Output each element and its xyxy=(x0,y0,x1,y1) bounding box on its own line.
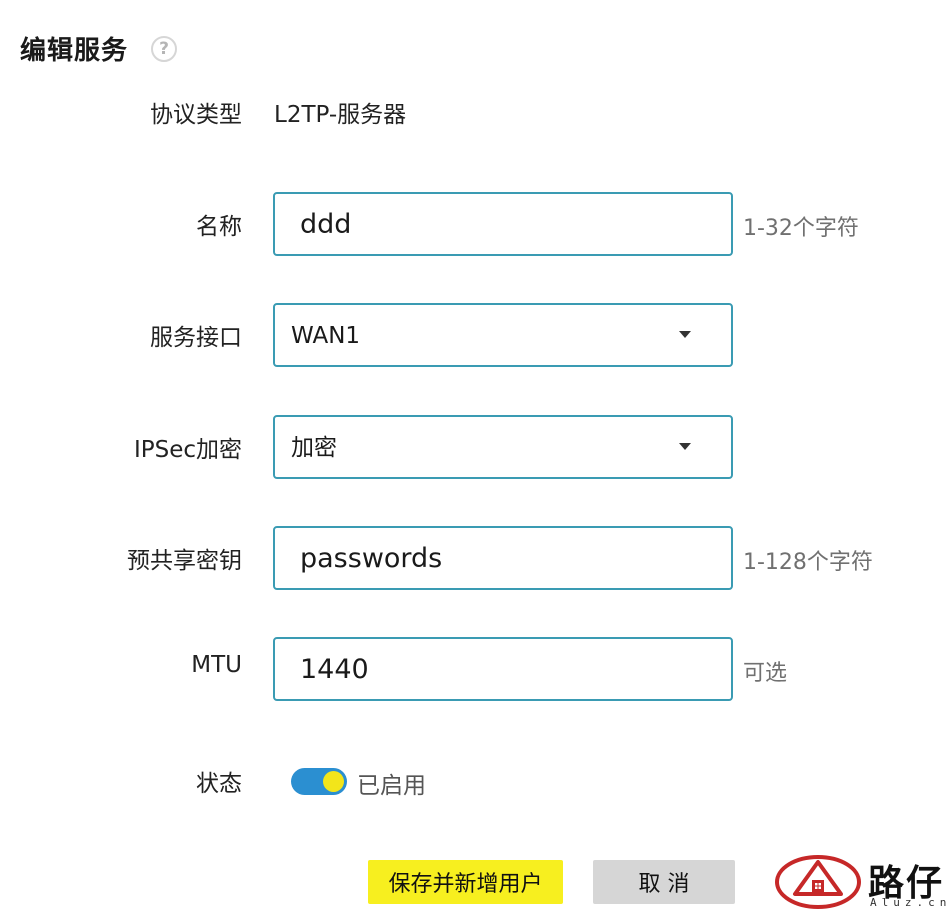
protocol-label: 协议类型 xyxy=(150,102,242,128)
interface-label: 服务接口 xyxy=(150,325,242,351)
save-and-add-user-button[interactable]: 保存并新增用户 xyxy=(368,860,563,904)
page-title: 编辑服务 xyxy=(20,36,129,66)
watermark-domain: Aluz.cn xyxy=(870,896,952,909)
name-input[interactable] xyxy=(275,194,731,254)
name-field xyxy=(273,192,733,256)
mtu-field xyxy=(273,637,733,701)
caret-down-icon xyxy=(679,331,691,338)
interface-select-value: WAN1 xyxy=(291,323,361,349)
psk-input[interactable] xyxy=(275,528,731,588)
psk-hint: 1-128个字符 xyxy=(743,550,873,575)
psk-field xyxy=(273,526,733,590)
protocol-value: L2TP-服务器 xyxy=(274,102,407,128)
caret-down-icon xyxy=(679,443,691,450)
status-toggle[interactable] xyxy=(291,768,347,795)
house-logo-icon xyxy=(775,855,861,909)
name-label: 名称 xyxy=(196,214,242,240)
mtu-label: MTU xyxy=(191,652,242,678)
ipsec-select[interactable]: 加密 xyxy=(273,415,733,479)
cancel-button[interactable]: 取 消 xyxy=(593,860,735,904)
status-text: 已启用 xyxy=(357,773,426,799)
ipsec-select-value: 加密 xyxy=(291,435,337,461)
watermark: 路仔 Aluz.cn xyxy=(775,852,946,912)
help-icon[interactable]: ? xyxy=(151,36,177,62)
interface-select[interactable]: WAN1 xyxy=(273,303,733,367)
toggle-knob xyxy=(323,771,344,792)
ipsec-label: IPSec加密 xyxy=(133,437,242,463)
mtu-input[interactable] xyxy=(275,639,731,699)
name-hint: 1-32个字符 xyxy=(743,216,859,241)
status-label: 状态 xyxy=(196,771,242,797)
psk-label: 预共享密钥 xyxy=(127,548,242,574)
mtu-hint: 可选 xyxy=(743,661,788,686)
